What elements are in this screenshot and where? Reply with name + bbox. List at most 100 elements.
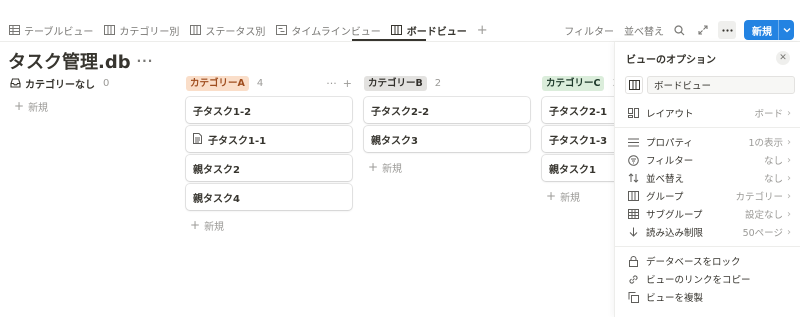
tab-label: カテゴリー別 <box>119 26 180 38</box>
action-duplicate-view[interactable]: ビューを複製 <box>615 288 800 306</box>
option-load-limit[interactable]: 読み込み制限 50ページ › <box>615 223 800 241</box>
task-card[interactable]: 子タスク2-2 <box>364 97 530 123</box>
more-icon[interactable]: ··· <box>137 54 154 68</box>
option-sort[interactable]: 並べ替え なし › <box>615 169 800 187</box>
option-filter[interactable]: フィルター なし › <box>615 151 800 169</box>
tab-board-view[interactable]: ボードビュー <box>391 22 467 38</box>
column-header: カテゴリーなし 0 <box>10 72 180 94</box>
add-card-button[interactable]: + 新規 <box>10 96 180 116</box>
tab-timeline-view[interactable]: タイムラインビュー <box>275 22 381 38</box>
task-card[interactable]: 子タスク1-3 <box>542 126 614 152</box>
action-label: ビューのリンクをコピー <box>646 275 751 286</box>
category-badge[interactable]: カテゴリーC <box>542 75 605 91</box>
option-subgroup[interactable]: サブグループ 設定なし › <box>615 205 800 223</box>
link-icon <box>626 274 640 285</box>
more-options-icon[interactable] <box>718 21 736 39</box>
card-title: 子タスク1-3 <box>549 135 608 147</box>
card-title: 子タスク2-2 <box>371 106 430 118</box>
filter-button[interactable]: フィルター <box>564 23 614 38</box>
option-label: 読み込み制限 <box>646 228 704 239</box>
column-add-icon[interactable]: + <box>343 77 352 90</box>
card-title: 親タスク1 <box>549 164 596 176</box>
action-label: ビューを複製 <box>646 293 704 304</box>
add-card-label: 新規 <box>560 192 581 204</box>
board: カテゴリーなし 0 + 新規 カテゴリーA 4 ··· + 子タスク1-2 子タ… <box>0 72 614 317</box>
column-more-icon[interactable]: ··· <box>326 77 337 90</box>
view-name-input[interactable] <box>647 76 795 94</box>
task-card[interactable]: 親タスク4 <box>186 184 352 210</box>
action-copy-view-link[interactable]: ビューのリンクをコピー <box>615 270 800 288</box>
divider <box>615 246 800 247</box>
tab-label: テーブルビュー <box>24 26 94 38</box>
column-header: カテゴリーB 2 <box>364 72 530 94</box>
column-count: 0 <box>103 77 110 89</box>
column-header: カテゴリーA 4 ··· + <box>186 72 352 94</box>
add-card-button[interactable]: + 新規 <box>186 215 352 235</box>
category-badge[interactable]: カテゴリーA <box>186 75 249 91</box>
option-label: サブグループ <box>646 210 703 221</box>
task-card[interactable]: 子タスク2-1 <box>542 97 614 123</box>
board-column-category-a: カテゴリーA 4 ··· + 子タスク1-2 子タスク1-1 親タスク2 親タス… <box>186 72 352 235</box>
active-tab-indicator <box>352 39 426 41</box>
board-icon <box>391 25 403 35</box>
task-card[interactable]: 子タスク1-2 <box>186 97 352 123</box>
chevron-down-icon[interactable] <box>779 25 794 36</box>
option-value: なし <box>763 156 783 167</box>
task-card[interactable]: 子タスク1-1 <box>186 126 352 152</box>
column-title: カテゴリーなし <box>25 79 95 91</box>
board-column-category-c: カテゴリーC 3 子タスク2-1 子タスク1-3 親タスク1 + 新規 <box>542 72 614 206</box>
add-card-label: 新規 <box>28 102 49 114</box>
chevron-right-icon: › <box>787 172 791 184</box>
database-title: タスク管理.db ··· <box>8 48 153 74</box>
add-card-button[interactable]: + 新規 <box>364 157 530 177</box>
divider <box>615 127 800 128</box>
column-tools: ··· + <box>320 77 352 90</box>
new-button[interactable]: 新規 <box>744 20 794 40</box>
task-card[interactable]: 親タスク3 <box>364 126 530 152</box>
tab-label: ステータス別 <box>205 26 266 38</box>
inbox-icon <box>10 78 21 88</box>
duplicate-icon <box>626 291 640 303</box>
action-label: データベースをロック <box>646 257 741 268</box>
option-layout[interactable]: レイアウト ボード › <box>615 104 800 122</box>
option-label: 並べ替え <box>646 174 685 185</box>
card-title: 親タスク4 <box>193 193 240 205</box>
plus-icon: + <box>546 189 557 203</box>
board-column-no-category: カテゴリーなし 0 + 新規 <box>10 72 180 116</box>
card-title: 親タスク3 <box>371 135 418 147</box>
arrow-down-icon <box>626 227 640 237</box>
search-icon[interactable] <box>670 21 688 39</box>
option-value: ボード <box>754 109 783 120</box>
option-properties[interactable]: プロパティ 1の表示 › <box>615 133 800 151</box>
sort-button[interactable]: 並べ替え <box>624 23 664 38</box>
page-title[interactable]: タスク管理.db <box>8 48 131 74</box>
tab-label: タイムラインビュー <box>291 26 381 38</box>
new-button-label: 新規 <box>752 26 772 38</box>
action-lock-database[interactable]: データベースをロック <box>615 252 800 270</box>
option-label: グループ <box>646 192 684 203</box>
option-value: なし <box>763 174 783 185</box>
category-badge[interactable]: カテゴリーB <box>364 75 427 91</box>
chevron-right-icon: › <box>787 154 791 166</box>
close-icon[interactable]: ✕ <box>776 51 790 65</box>
tab-by-status[interactable]: ステータス別 <box>189 22 265 38</box>
layout-icon <box>626 108 640 118</box>
board-icon <box>189 25 201 35</box>
plus-icon: + <box>368 160 379 174</box>
add-view-button[interactable]: + <box>477 23 488 38</box>
expand-icon[interactable] <box>694 21 712 39</box>
add-card-button[interactable]: + 新規 <box>542 186 614 206</box>
tab-table-view[interactable]: テーブルビュー <box>8 22 93 38</box>
tab-by-category[interactable]: カテゴリー別 <box>103 22 179 38</box>
document-icon <box>193 133 203 145</box>
card-title: 親タスク2 <box>193 164 240 176</box>
task-card[interactable]: 親タスク1 <box>542 155 614 181</box>
option-group[interactable]: グループ カテゴリー › <box>615 187 800 205</box>
column-count: 2 <box>434 77 442 89</box>
filter-icon <box>626 154 640 166</box>
board-icon[interactable] <box>625 76 643 94</box>
card-title: 子タスク1-2 <box>193 106 252 118</box>
option-value: 設定なし <box>744 210 783 221</box>
card-title: 子タスク2-1 <box>549 106 608 118</box>
task-card[interactable]: 親タスク2 <box>186 155 352 181</box>
